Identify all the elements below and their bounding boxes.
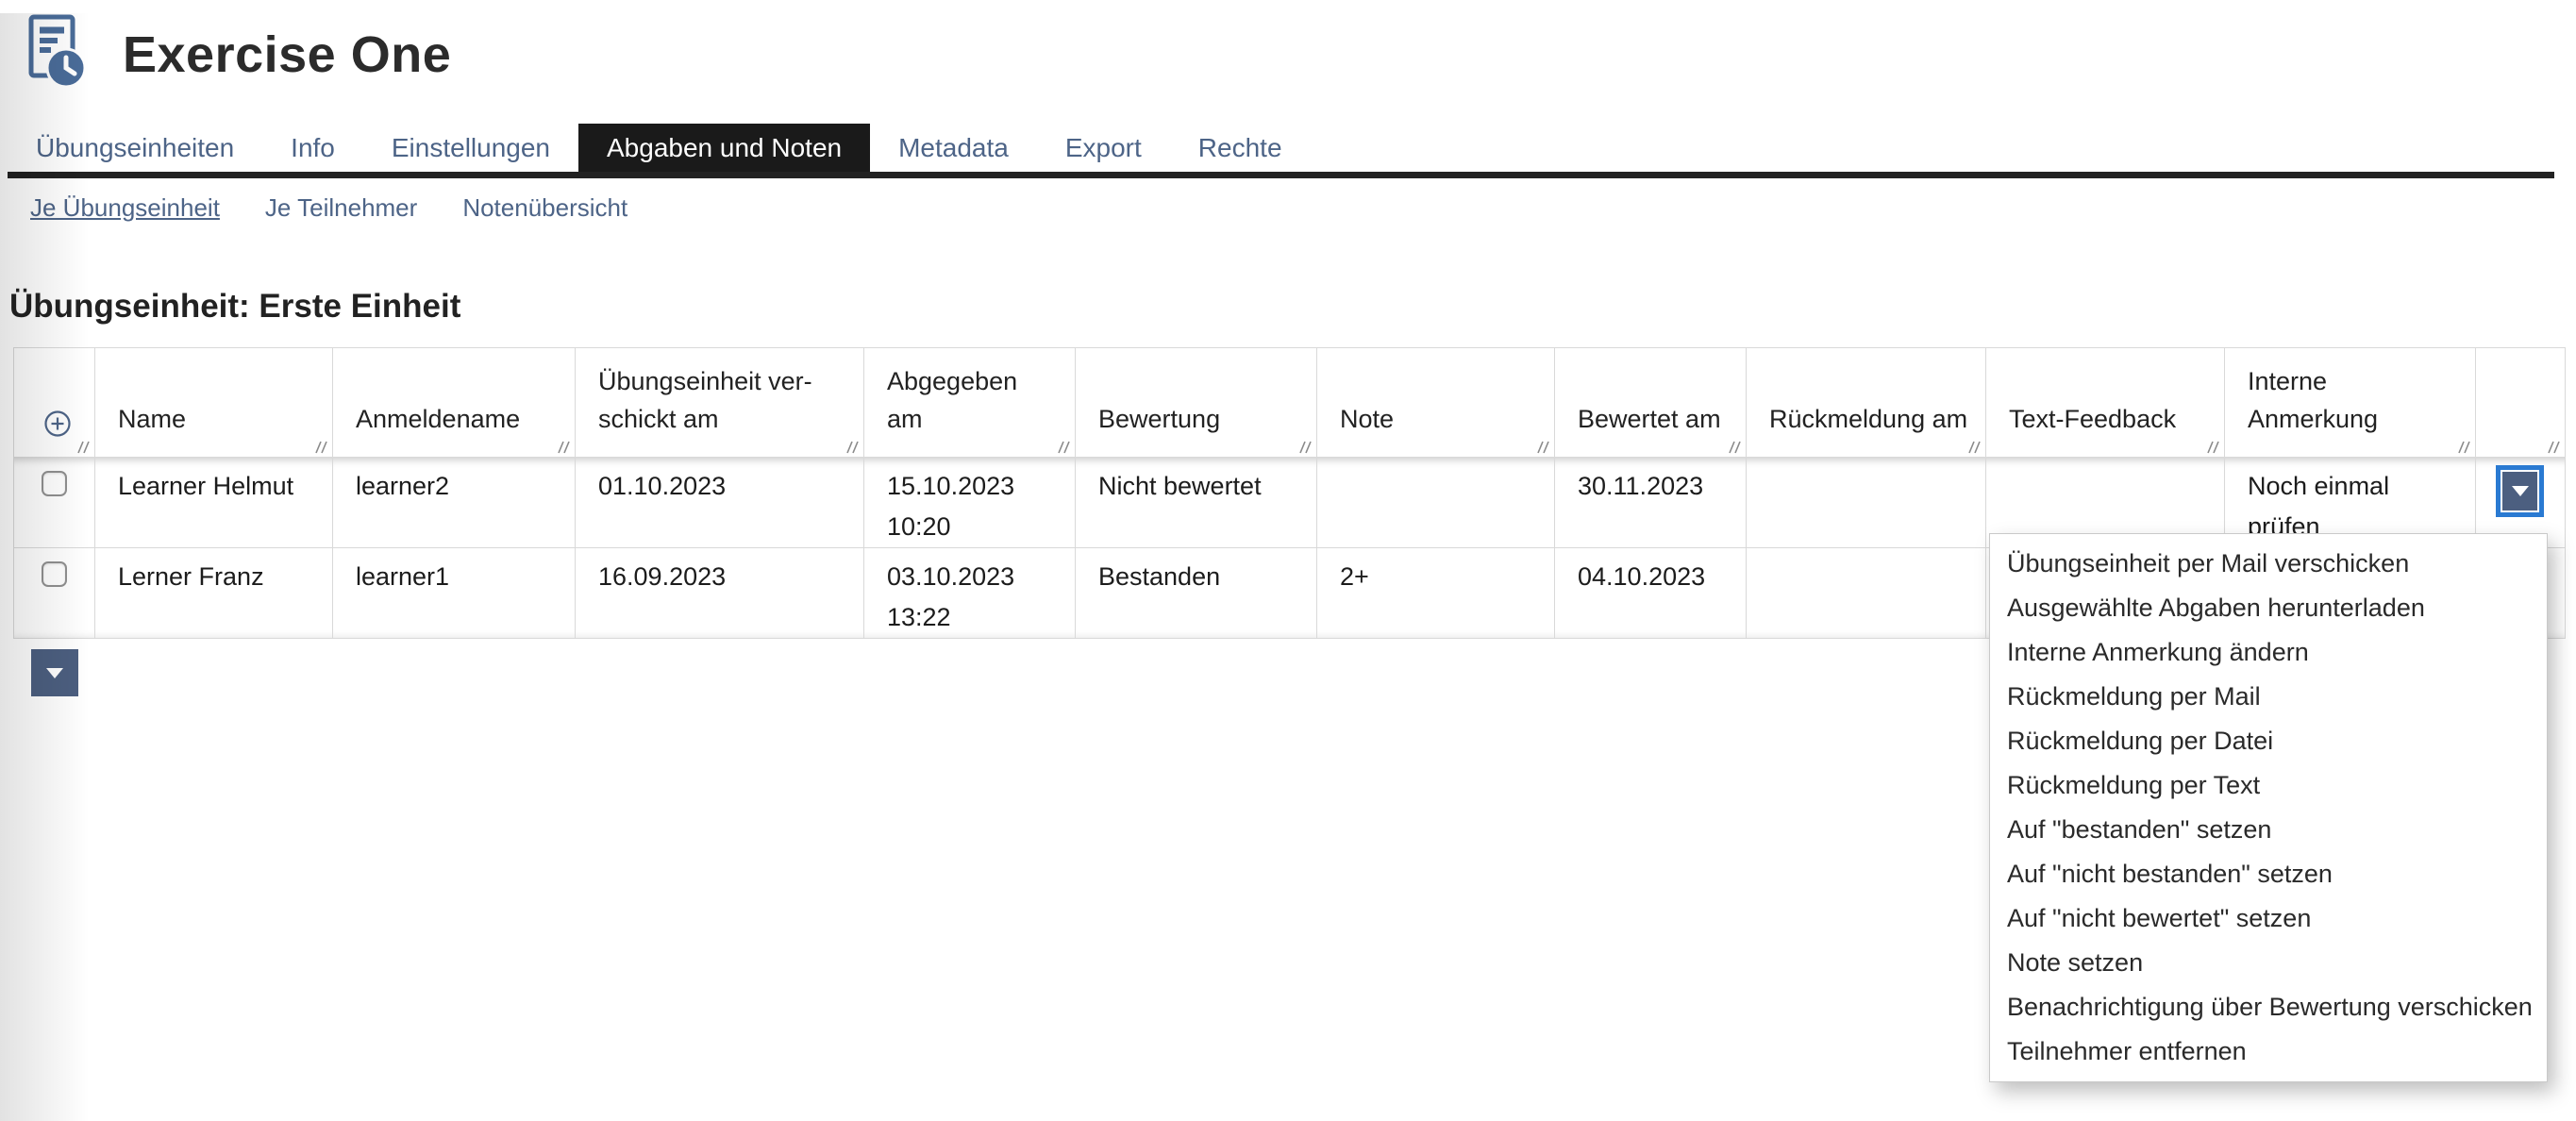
section-heading: Übungseinheit: Erste Einheit <box>9 284 2576 329</box>
column-header-interne-anmerkung[interactable]: Interne Anmerkung <box>2225 348 2476 458</box>
column-resize-handle[interactable] <box>1535 439 1550 454</box>
menu-item-ausgewählte-abgaben-herunterladen[interactable]: Ausgewählte Abgaben herunterladen <box>1990 586 2547 630</box>
column-header-label: Abgegeben am <box>887 367 1017 433</box>
column-resize-handle[interactable] <box>75 439 91 454</box>
column-resize-handle[interactable] <box>556 439 571 454</box>
table-cell: Learner Helmut <box>95 458 333 548</box>
column-header-label: Übungseinheit ver­schickt am <box>598 367 812 433</box>
tab-info[interactable]: Info <box>262 124 363 172</box>
column-header-übungseinheit-verschickt-am[interactable]: Übungseinheit ver­schickt am <box>576 348 864 458</box>
menu-item-interne-anmerkung-ändern[interactable]: Interne Anmerkung ändern <box>1990 630 2547 675</box>
column-resize-handle[interactable] <box>845 439 860 454</box>
actions-column-header-cell <box>2476 348 2566 458</box>
column-header-text-feedback[interactable]: Text-Feedback <box>1986 348 2225 458</box>
row-actions-button-focused[interactable] <box>2496 465 2544 517</box>
row-select-cell <box>14 458 95 548</box>
tab-metadata[interactable]: Metadata <box>870 124 1037 172</box>
column-header-abgegeben-am[interactable]: Abgegeben am <box>864 348 1076 458</box>
tab-übungseinheiten[interactable]: Übungseinheiten <box>8 124 262 172</box>
tab-export[interactable]: Export <box>1037 124 1170 172</box>
page-header: Exercise One <box>17 13 2576 96</box>
table-cell: learner1 <box>333 548 576 639</box>
menu-item-note-setzen[interactable]: Note setzen <box>1990 941 2547 985</box>
table-cell: 03.10.2023 13:22 <box>864 548 1076 639</box>
column-resize-handle[interactable] <box>2205 439 2220 454</box>
caret-down-icon <box>2512 486 2529 496</box>
column-header-name[interactable]: Name <box>95 348 333 458</box>
menu-item-übungseinheit-per-mail-verschicken[interactable]: Übungseinheit per Mail verschicken <box>1990 542 2547 586</box>
menu-item-auf-bestanden-setzen[interactable]: Auf "bestanden" setzen <box>1990 808 2547 852</box>
column-resize-handle[interactable] <box>1727 439 1742 454</box>
table-cell: 04.10.2023 <box>1555 548 1747 639</box>
row-select-cell <box>14 548 95 639</box>
tab-rechte[interactable]: Rechte <box>1170 124 1311 172</box>
table-cell: 01.10.2023 <box>576 458 864 548</box>
column-resize-handle[interactable] <box>313 439 328 454</box>
menu-item-rückmeldung-per-datei[interactable]: Rückmeldung per Datei <box>1990 719 2547 763</box>
column-header-label: Note <box>1340 405 1394 433</box>
table-cell <box>1747 458 1986 548</box>
column-resize-handle[interactable] <box>1297 439 1313 454</box>
column-header-label: Interne Anmerkung <box>2248 367 2378 433</box>
column-header-bewertet-am[interactable]: Bewertet am <box>1555 348 1747 458</box>
table-cell: 30.11.2023 <box>1555 458 1747 548</box>
row-checkbox[interactable] <box>42 471 67 496</box>
column-chooser-header-cell <box>14 348 95 458</box>
table-cell: Bestanden <box>1076 548 1317 639</box>
column-resize-handle[interactable] <box>2546 439 2561 454</box>
column-resize-handle[interactable] <box>1056 439 1071 454</box>
menu-item-benachrichtigung-über-bewertung-verschicken[interactable]: Benachrichtigung über Bewertung verschic… <box>1990 985 2547 1029</box>
add-columns-icon[interactable] <box>43 410 72 438</box>
sub-nav: Je ÜbungseinheitJe TeilnehmerNotenübersi… <box>8 192 2576 224</box>
bulk-actions-button[interactable] <box>31 649 78 696</box>
table-header-row: Name Anmeldename Übungseinheit ver­schickt… <box>14 348 2566 458</box>
column-header-label: Name <box>118 405 186 433</box>
menu-item-auf-nicht-bewertet-setzen[interactable]: Auf "nicht bewertet" setzen <box>1990 896 2547 941</box>
column-header-label: Anmeldename <box>356 405 520 433</box>
column-header-label: Text-Feedback <box>2009 405 2176 433</box>
table-cell <box>1747 548 1986 639</box>
caret-down-icon <box>46 668 63 678</box>
table-cell: learner2 <box>333 458 576 548</box>
table-cell: Lerner Franz <box>95 548 333 639</box>
column-header-label: Bewertung <box>1098 405 1220 433</box>
subnav-link-je-teilnehmer[interactable]: Je Teilnehmer <box>243 193 440 223</box>
table-cell: 16.09.2023 <box>576 548 864 639</box>
page-title: Exercise One <box>123 25 451 84</box>
table-cell: 2+ <box>1317 548 1555 639</box>
column-header-anmeldename[interactable]: Anmeldename <box>333 348 576 458</box>
subnav-link-je-übungseinheit[interactable]: Je Übungseinheit <box>8 193 243 223</box>
menu-item-rückmeldung-per-text[interactable]: Rückmeldung per Text <box>1990 763 2547 808</box>
column-header-bewertung[interactable]: Bewertung <box>1076 348 1317 458</box>
exercise-clock-icon <box>17 12 91 98</box>
page: Exercise One ÜbungseinheitenInfoEinstell… <box>0 13 2576 1121</box>
tab-abgaben-und-noten[interactable]: Abgaben und Noten <box>578 124 870 172</box>
column-header-label: Rückmeldung am <box>1769 405 1967 433</box>
column-header-rückmeldung-am[interactable]: Rückmeldung am <box>1747 348 1986 458</box>
table-cell: 15.10.2023 10:20 <box>864 458 1076 548</box>
table-cell: Nicht bewertet <box>1076 458 1317 548</box>
column-resize-handle[interactable] <box>2456 439 2471 454</box>
row-actions-menu: Übungseinheit per Mail verschickenAusgew… <box>1989 533 2548 1082</box>
tab-bar: ÜbungseinheitenInfoEinstellungenAbgaben … <box>8 124 2554 178</box>
row-checkbox[interactable] <box>42 561 67 587</box>
table-cell <box>1317 458 1555 548</box>
menu-item-auf-nicht-bestanden-setzen[interactable]: Auf "nicht bestanden" setzen <box>1990 852 2547 896</box>
column-header-label: Bewertet am <box>1578 405 1721 433</box>
menu-item-rückmeldung-per-mail[interactable]: Rückmeldung per Mail <box>1990 675 2547 719</box>
tab-einstellungen[interactable]: Einstellungen <box>363 124 578 172</box>
column-resize-handle[interactable] <box>1966 439 1982 454</box>
menu-item-teilnehmer-entfernen[interactable]: Teilnehmer entfernen <box>1990 1029 2547 1074</box>
column-header-note[interactable]: Note <box>1317 348 1555 458</box>
subnav-link-notenübersicht[interactable]: Notenübersicht <box>440 193 650 223</box>
